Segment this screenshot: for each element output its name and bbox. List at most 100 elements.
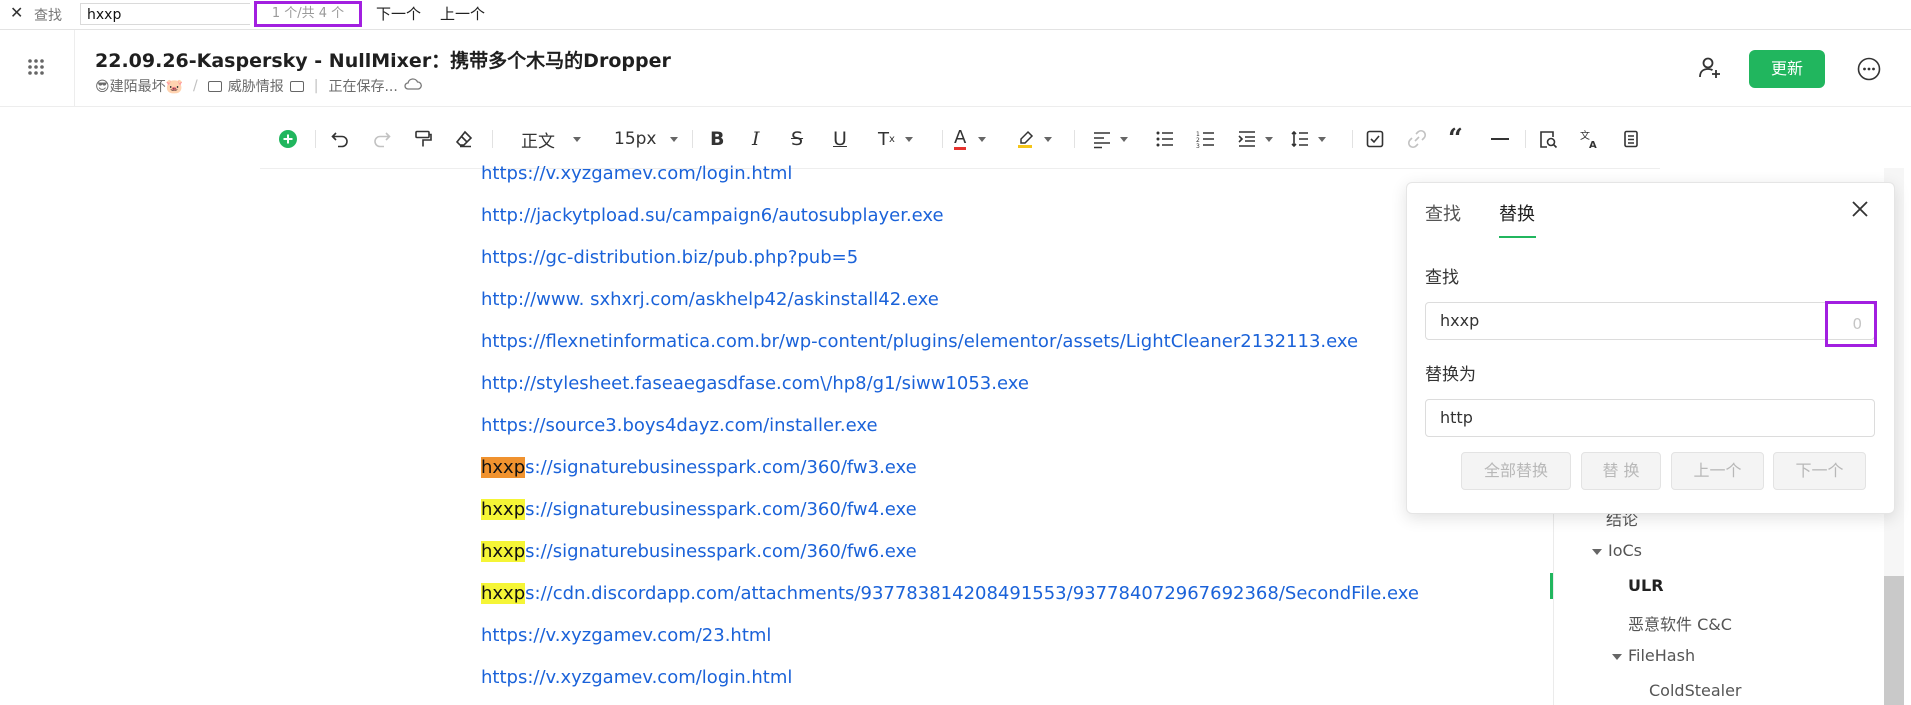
superscript-icon[interactable]: Tx <box>878 127 913 151</box>
more-options-icon[interactable] <box>1857 57 1881 81</box>
underline-icon[interactable]: U <box>833 127 847 151</box>
find-label: 查找 <box>1425 268 1459 288</box>
update-button[interactable]: 更新 <box>1749 50 1825 88</box>
apps-grid-icon[interactable] <box>26 57 46 77</box>
font-size-value: 15px <box>614 129 657 149</box>
replace-all-button[interactable]: 全部替换 <box>1461 452 1571 490</box>
find-bar-match-count: 1 个/共 4 个 <box>254 1 362 27</box>
find-input[interactable]: hxxp <box>1425 302 1875 340</box>
undo-icon[interactable] <box>330 127 350 151</box>
font-size-select[interactable]: 15px <box>614 127 679 151</box>
toolbar-divider <box>492 130 493 148</box>
insert-block-icon[interactable] <box>278 127 298 151</box>
find-prev-button[interactable]: 上一个 <box>440 3 485 24</box>
cloud-icon <box>404 78 422 94</box>
breadcrumb: 😎建陌最坏🐷 / 威胁情报 | 正在保存... <box>95 76 422 96</box>
outline-item[interactable]: FileHash <box>1612 646 1695 665</box>
font-color-icon[interactable]: A <box>954 127 987 151</box>
toolbar-divider <box>1352 130 1353 148</box>
page-title: 22.09.26-Kaspersky - NullMixer：携带多个木马的Dr… <box>95 50 671 72</box>
url-line[interactable]: https://v.xyzgamev.com/login.html <box>481 163 792 184</box>
indent-icon[interactable] <box>1237 127 1273 151</box>
close-icon[interactable] <box>1850 199 1870 219</box>
replace-label: 替换为 <box>1425 365 1476 385</box>
browser-find-bar: ✕ 查找 hxxp 1 个/共 4 个 下一个 上一个 <box>0 0 1911 30</box>
url-line[interactable]: hxxps://signaturebusinesspark.com/360/fw… <box>481 541 917 562</box>
url-line[interactable]: https://source3.boys4dayz.com/installer.… <box>481 415 878 436</box>
url-line[interactable]: http://www. sxhxrj.com/askhelp42/askinst… <box>481 289 939 310</box>
book-icon <box>289 80 304 92</box>
breadcrumb-author[interactable]: 😎建陌最坏🐷 <box>95 76 183 96</box>
toolbar-divider <box>942 130 943 148</box>
strikethrough-icon[interactable]: S <box>791 127 803 151</box>
format-painter-icon[interactable] <box>413 127 433 151</box>
bullet-list-icon[interactable] <box>1155 127 1175 151</box>
url-line[interactable]: http://jackytpload.su/campaign6/autosubp… <box>481 205 944 226</box>
paragraph-style-select[interactable]: 正文 <box>521 127 581 152</box>
url-line[interactable]: hxxps://signaturebusinesspark.com/360/fw… <box>481 499 917 520</box>
search-match: hxxp <box>481 499 526 520</box>
breadcrumb-separator: / <box>193 78 198 94</box>
url-line[interactable]: http://stylesheet.faseaegasdfase.com\/hp… <box>481 373 1029 394</box>
svg-text:3: 3 <box>1196 143 1200 149</box>
template-icon[interactable] <box>1621 127 1641 151</box>
breadcrumb-knowledge-base[interactable]: 威胁情报 <box>228 76 284 96</box>
find-bar-label: 查找 <box>34 8 62 24</box>
replace-button[interactable]: 替 换 <box>1581 452 1661 490</box>
document-header: 22.09.26-Kaspersky - NullMixer：携带多个木马的Dr… <box>0 30 1911 107</box>
svg-text:A: A <box>1589 140 1597 149</box>
outline-item[interactable]: ULR <box>1628 576 1664 595</box>
match-count: 0 <box>1825 301 1877 347</box>
ordered-list-icon[interactable]: 123 <box>1196 127 1216 151</box>
find-replace-panel: 查找 替换 查找 hxxp 0 替换为 http 全部替换 替 换 上一个 下一… <box>1406 182 1895 514</box>
redo-icon[interactable] <box>372 127 392 151</box>
outline-item[interactable]: ColdStealer <box>1649 681 1742 700</box>
highlight-color-icon[interactable] <box>1016 127 1052 151</box>
find-bar-input[interactable]: hxxp <box>80 3 250 25</box>
url-line[interactable]: https://v.xyzgamev.com/login.html <box>481 667 792 688</box>
bold-icon[interactable]: B <box>710 127 724 151</box>
italic-icon[interactable]: I <box>752 127 760 151</box>
outline-item[interactable]: 恶意软件 C&C <box>1628 611 1732 635</box>
header-divider <box>74 30 75 106</box>
add-collaborator-icon[interactable] <box>1697 55 1723 81</box>
expand-triangle-icon[interactable] <box>1612 653 1622 660</box>
link-icon[interactable] <box>1407 127 1427 151</box>
replace-input[interactable]: http <box>1425 399 1875 437</box>
close-icon[interactable]: ✕ <box>10 3 23 22</box>
divider-line-icon[interactable] <box>1490 127 1510 151</box>
next-match-button[interactable]: 下一个 <box>1773 452 1866 490</box>
search-match-current: hxxp <box>481 457 526 478</box>
url-line[interactable]: https://v.xyzgamev.com/23.html <box>481 625 771 646</box>
align-icon[interactable] <box>1092 127 1128 151</box>
prev-match-button[interactable]: 上一个 <box>1671 452 1764 490</box>
book-icon <box>207 80 222 92</box>
toolbar-divider <box>315 130 316 148</box>
breadcrumb-separator: | <box>313 78 319 94</box>
url-line[interactable]: https://flexnetinformatica.com.br/wp-con… <box>481 331 1358 352</box>
tab-replace[interactable]: 替换 <box>1499 200 1535 226</box>
tab-find[interactable]: 查找 <box>1425 200 1461 226</box>
url-line[interactable]: https://gc-distribution.biz/pub.php?pub=… <box>481 247 858 268</box>
url-line[interactable]: hxxps://signaturebusinesspark.com/360/fw… <box>481 457 917 478</box>
paragraph-style-value: 正文 <box>521 131 555 152</box>
search-match: hxxp <box>481 583 526 604</box>
translate-icon[interactable]: 文A <box>1580 127 1600 151</box>
search-match: hxxp <box>481 541 526 562</box>
toolbar-divider <box>692 130 693 148</box>
clear-format-icon[interactable] <box>454 127 474 151</box>
checkbox-icon[interactable] <box>1365 127 1385 151</box>
document-outline: 结论 IoCs ULR 恶意软件 C&C FileHash ColdSteale… <box>1553 498 1884 705</box>
url-line[interactable]: hxxps://cdn.discordapp.com/attachments/9… <box>481 583 1419 604</box>
line-height-icon[interactable] <box>1290 127 1326 151</box>
find-replace-icon[interactable] <box>1538 127 1558 151</box>
editor-toolbar: 正文 15px B I S U Tx A 123 “ 文 A <box>260 110 1660 169</box>
toolbar-divider <box>1525 130 1526 148</box>
scrollbar-thumb[interactable] <box>1884 576 1904 705</box>
toolbar-divider <box>1074 130 1075 148</box>
quote-icon[interactable]: “ <box>1448 124 1463 154</box>
outline-item[interactable]: IoCs <box>1592 541 1642 560</box>
expand-triangle-icon[interactable] <box>1592 548 1602 555</box>
find-next-button[interactable]: 下一个 <box>376 3 421 24</box>
save-status: 正在保存... <box>328 79 398 95</box>
